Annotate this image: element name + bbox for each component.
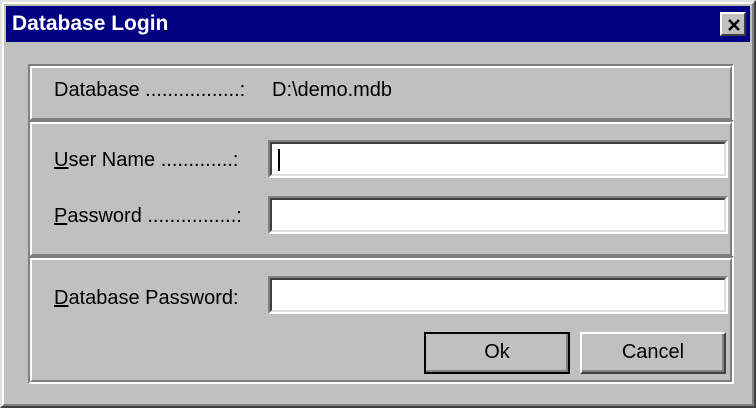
- password-label: Password ................:: [54, 204, 242, 228]
- user-name-label-text: ser Name .............:: [68, 149, 239, 171]
- text-caret: [278, 149, 280, 171]
- user-name-input[interactable]: [274, 146, 722, 172]
- title-bar: Database Login: [6, 6, 750, 42]
- database-path-value: D:\demo.mdb: [272, 79, 393, 101]
- user-name-accel: U: [54, 149, 69, 171]
- user-name-field[interactable]: [268, 140, 728, 178]
- database-login-dialog: Database Login Database ................…: [0, 0, 756, 408]
- ok-button[interactable]: Ok: [424, 332, 570, 374]
- window-title: Database Login: [12, 12, 169, 35]
- user-name-label: User Name .............:: [54, 148, 239, 172]
- password-accel: P: [54, 205, 68, 227]
- password-input[interactable]: [274, 202, 722, 228]
- password-label-text: assword ................:: [67, 205, 242, 227]
- database-password-field[interactable]: [268, 276, 728, 314]
- database-password-accel: D: [54, 287, 69, 309]
- database-label: Database .................:: [54, 79, 246, 101]
- database-password-label: Database Password:: [54, 286, 239, 310]
- password-field[interactable]: [268, 196, 728, 234]
- database-password-label-text: atabase Password:: [68, 287, 239, 309]
- close-icon: [728, 19, 740, 31]
- database-password-input[interactable]: [274, 282, 722, 308]
- cancel-button[interactable]: Cancel: [580, 332, 726, 374]
- close-button[interactable]: [720, 12, 746, 36]
